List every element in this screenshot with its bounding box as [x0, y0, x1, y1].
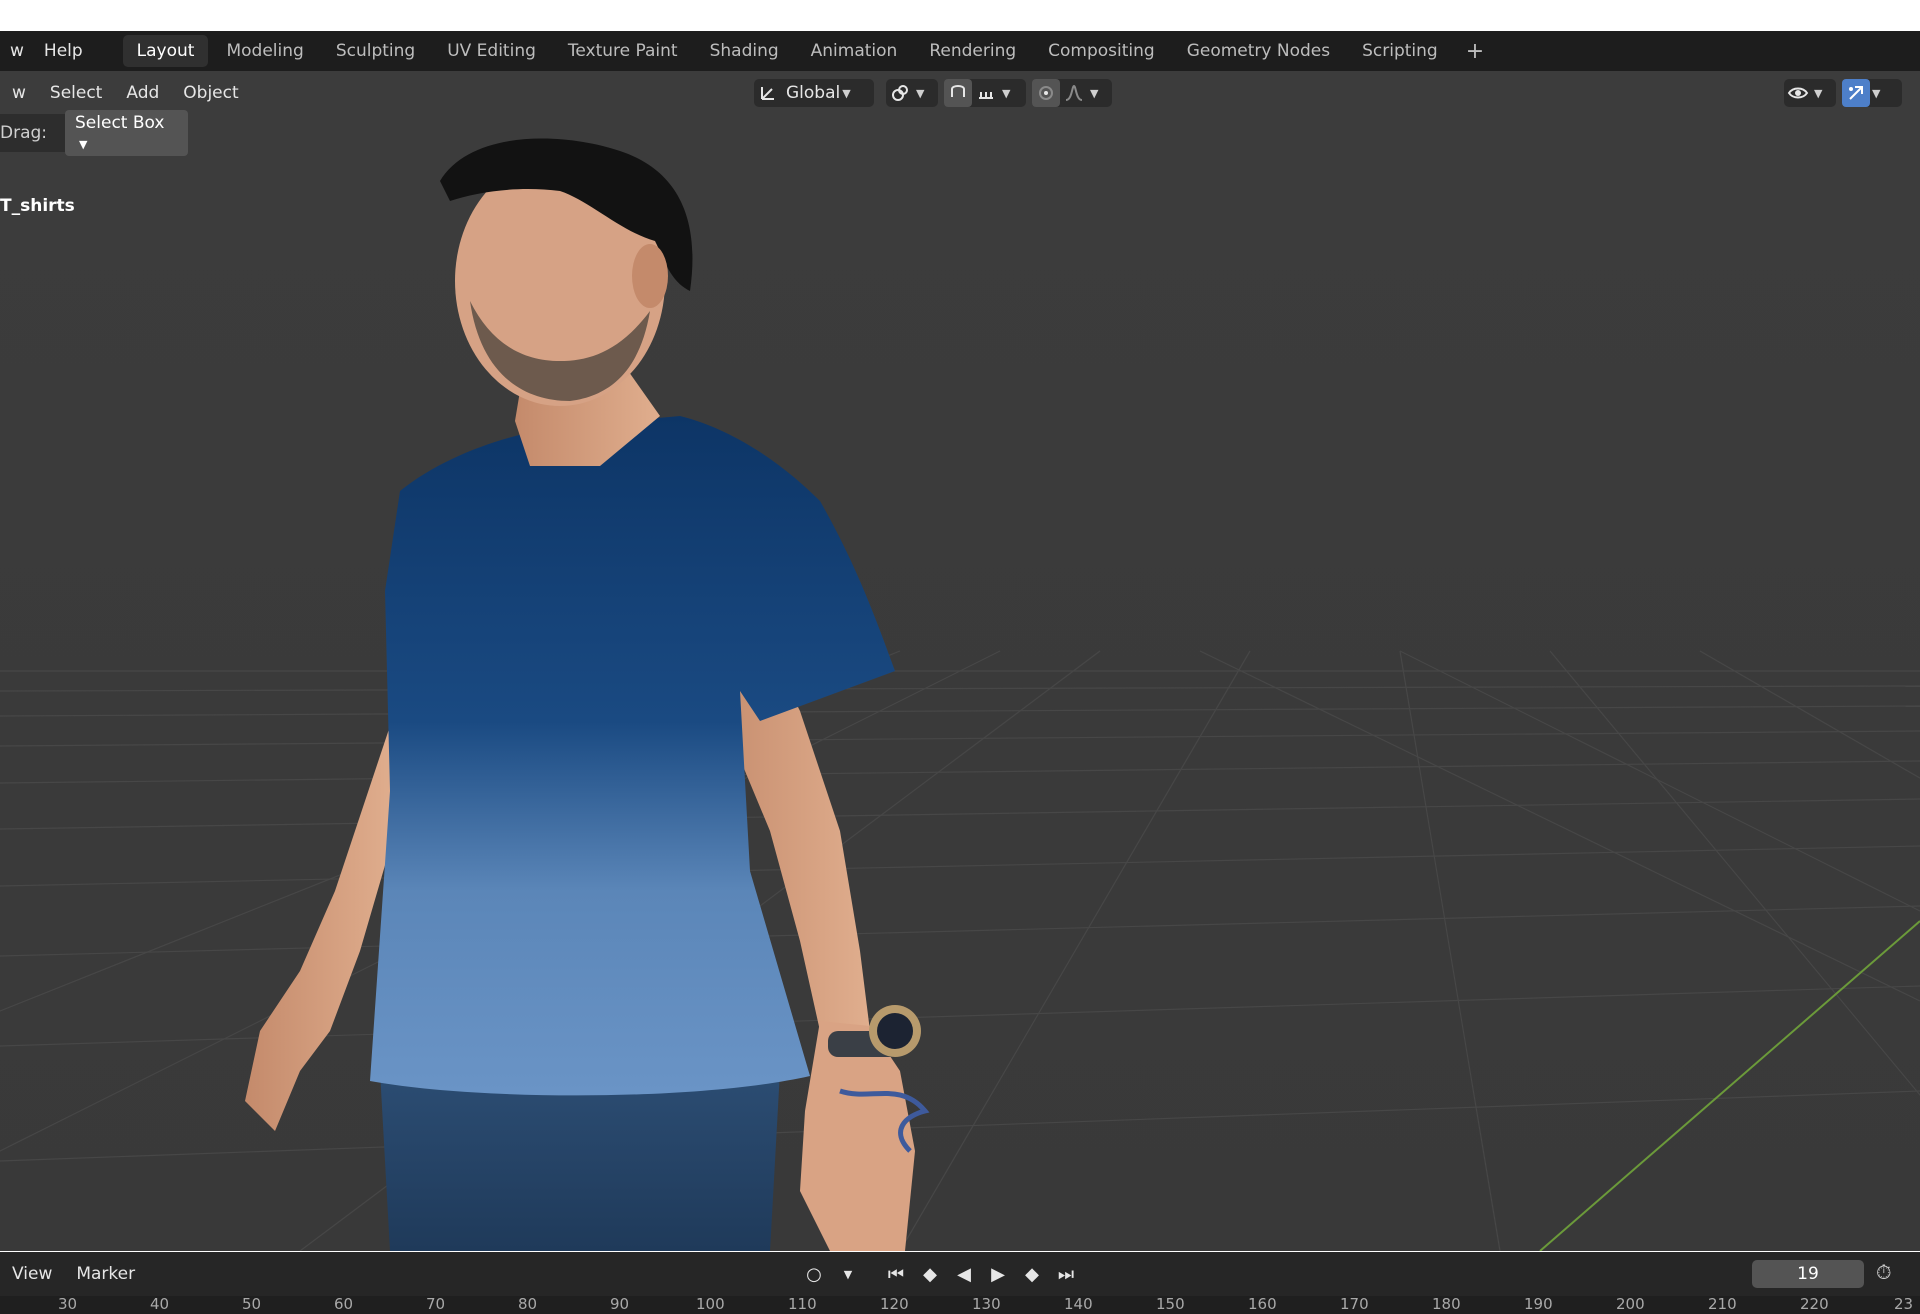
ruler-tick: 140	[1064, 1296, 1093, 1313]
tab-texture-paint[interactable]: Texture Paint	[554, 35, 692, 67]
tab-geometry-nodes[interactable]: Geometry Nodes	[1173, 35, 1344, 67]
menu-help[interactable]: Help	[34, 41, 93, 61]
ruler-tick: 30	[58, 1296, 78, 1313]
visibility-dropdown[interactable]: ▼	[1784, 79, 1836, 107]
tab-modeling[interactable]: Modeling	[212, 35, 317, 67]
chevron-down-icon: ▼	[916, 86, 925, 100]
ruler-tick: 190	[1524, 1296, 1553, 1313]
active-object-name: T_shirts	[0, 196, 75, 216]
chevron-down-icon: ▼	[1002, 86, 1011, 100]
drag-mode-dropdown[interactable]: Select Box ▼	[65, 110, 188, 156]
3d-viewport[interactable]	[0, 71, 1920, 1251]
transform-orientation-dropdown[interactable]: Global ▼	[754, 79, 874, 107]
ruler-tick: 220	[1800, 1296, 1829, 1313]
chevron-down-icon: ▼	[79, 138, 88, 151]
jump-start-icon[interactable]: ⏮	[882, 1260, 910, 1288]
ruler-tick: 70	[426, 1296, 446, 1313]
keyframe-record-icon[interactable]: ○	[800, 1260, 828, 1288]
chevron-down-icon: ▼	[1814, 86, 1823, 100]
prev-keyframe-icon[interactable]: ◆	[916, 1260, 944, 1288]
add-workspace-button[interactable]: +	[1456, 39, 1494, 64]
next-keyframe-icon[interactable]: ◆	[1018, 1260, 1046, 1288]
tab-sculpting[interactable]: Sculpting	[322, 35, 429, 67]
gizmo-dropdown[interactable]: ▼	[1842, 79, 1902, 107]
ruler-tick: 210	[1708, 1296, 1737, 1313]
timeline-header: View Marker ○ ▼ ⏮ ◆ ◀ ▶ ◆ ⏭ 19 ⏱	[0, 1252, 1920, 1296]
ruler-tick: 80	[518, 1296, 538, 1313]
ruler-tick: 130	[972, 1296, 1001, 1313]
timeline-ruler[interactable]: 30 40 50 60 70 80 90 100 110 120 130 140…	[0, 1296, 1920, 1314]
stopwatch-icon[interactable]: ⏱	[1876, 1260, 1892, 1284]
chevron-down-icon: ▼	[1090, 86, 1099, 100]
jump-end-icon[interactable]: ⏭	[1052, 1260, 1080, 1288]
snap-toggle-icon[interactable]	[944, 79, 972, 107]
tab-layout[interactable]: Layout	[122, 35, 209, 67]
snap-target-icon[interactable]	[972, 79, 1000, 107]
play-reverse-icon[interactable]: ◀	[950, 1260, 978, 1288]
ruler-tick: 180	[1432, 1296, 1461, 1313]
tab-shading[interactable]: Shading	[696, 35, 793, 67]
proportional-editing-icon[interactable]	[1032, 79, 1060, 107]
tab-animation[interactable]: Animation	[797, 35, 912, 67]
menu-view[interactable]: w	[0, 83, 38, 103]
play-icon[interactable]: ▶	[984, 1260, 1012, 1288]
timeline-menu-marker[interactable]: Marker	[64, 1264, 147, 1284]
snapping-controls[interactable]: ▼	[944, 79, 1026, 107]
current-frame-field[interactable]: 19	[1752, 1260, 1864, 1288]
drag-label: Drag:	[0, 123, 48, 143]
ruler-tick: 60	[334, 1296, 354, 1313]
ruler-tick: 90	[610, 1296, 630, 1313]
proportional-editing-controls[interactable]: ▼	[1032, 79, 1112, 107]
viewport-scene	[0, 71, 1920, 1251]
tab-rendering[interactable]: Rendering	[915, 35, 1030, 67]
menu-object[interactable]: Object	[171, 83, 250, 103]
ruler-tick: 200	[1616, 1296, 1645, 1313]
tool-settings: Drag: Select Box ▼	[0, 110, 188, 156]
tab-scripting[interactable]: Scripting	[1348, 35, 1452, 67]
ruler-tick: 110	[788, 1296, 817, 1313]
eye-icon	[1784, 79, 1812, 107]
orientation-icon	[754, 79, 782, 107]
orientation-value: Global	[786, 83, 841, 103]
timeline-menu-view[interactable]: View	[0, 1264, 64, 1284]
ruler-tick: 170	[1340, 1296, 1369, 1313]
workspace-bar: w Help Layout Modeling Sculpting UV Edit…	[0, 31, 1920, 71]
menu-select[interactable]: Select	[38, 83, 114, 103]
drag-mode-value: Select Box	[75, 113, 165, 133]
tab-compositing[interactable]: Compositing	[1034, 35, 1169, 67]
chevron-down-icon: ▼	[1872, 86, 1881, 100]
ruler-tick: 23	[1894, 1296, 1914, 1313]
playback-controls: ○ ▼ ⏮ ◆ ◀ ▶ ◆ ⏭	[800, 1260, 1080, 1288]
tab-uv-editing[interactable]: UV Editing	[433, 35, 550, 67]
ruler-tick: 150	[1156, 1296, 1185, 1313]
falloff-curve-icon[interactable]	[1060, 79, 1088, 107]
ruler-tick: 100	[696, 1296, 725, 1313]
ruler-tick: 160	[1248, 1296, 1277, 1313]
chevron-down-icon[interactable]: ▼	[834, 1260, 862, 1288]
menu-add[interactable]: Add	[114, 83, 171, 103]
pivot-icon	[886, 79, 914, 107]
menu-window[interactable]: w	[0, 41, 34, 61]
ruler-tick: 40	[150, 1296, 170, 1313]
ruler-tick: 50	[242, 1296, 262, 1313]
pivot-point-dropdown[interactable]: ▼	[886, 79, 938, 107]
ruler-tick: 120	[880, 1296, 909, 1313]
chevron-down-icon: ▼	[842, 86, 851, 100]
gizmo-icon[interactable]	[1842, 79, 1870, 107]
